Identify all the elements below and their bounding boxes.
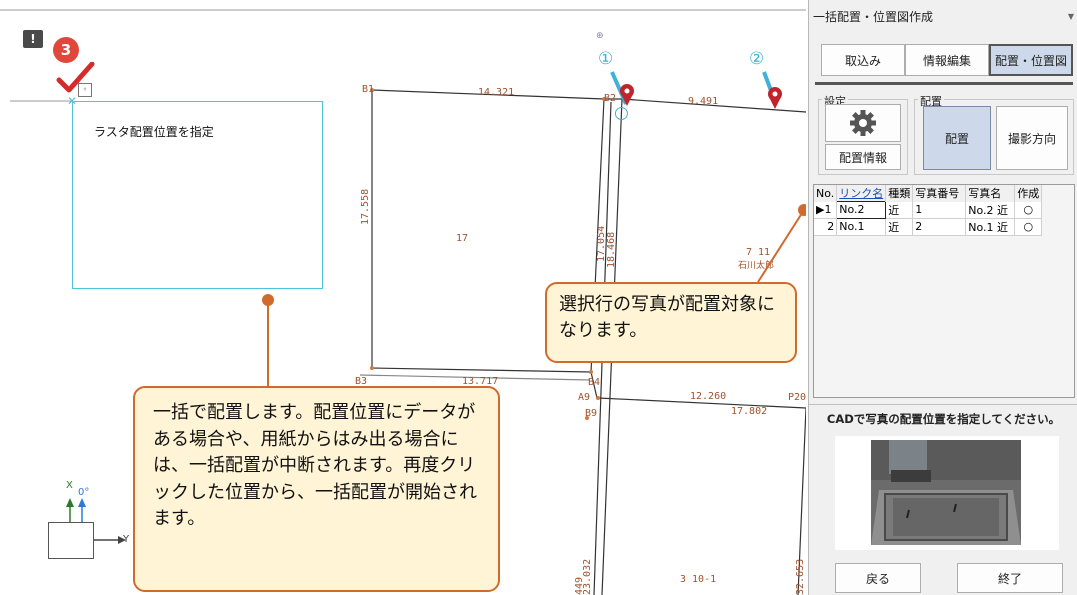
callout-batch-placement: 一括で配置します。配置位置にデータがある場合や、用紙からはみ出る場合には、一括配… [133,386,500,592]
cad-canvas[interactable]: B1 B2 B3 B4 A9 B9 P20 14.321 9.491 13.71… [0,0,806,595]
tab-underline [815,82,1073,85]
lot-number: 17 [456,233,468,244]
pin-number: ① [598,49,613,69]
col-header[interactable]: リンク名 [836,185,887,202]
lot-label-b1: B1 [362,84,374,95]
photo-preview-image [871,440,1021,545]
cursor-marker-icon: ◦ [78,83,92,97]
placement-label: ラスタ配置位置を指定 [94,125,214,139]
dimension-label: 449 [574,577,585,595]
placement-info-button[interactable]: 配置情報 [825,144,901,170]
instruction-text: CADで写真の配置位置を指定してください。 [809,404,1077,433]
photo-preview [835,436,1059,550]
settings-gear-button[interactable] [825,104,901,142]
link-name-cell[interactable]: No.1 [836,218,887,236]
photo-no-cell[interactable]: 2 [912,218,967,236]
dimension-label: 18.468 [606,232,617,268]
row-no-cell[interactable]: 2 [814,218,838,236]
axis-y-label: Y [123,534,130,545]
kind-cell[interactable]: 近 [885,201,914,219]
side-panel: 一括配置・位置図作成 ▼ 取込み 情報編集 配置・位置図 設定 配置 配置情報 … [808,0,1077,595]
lot-label-a9: A9 [578,392,590,403]
photo-no-cell[interactable]: 1 [912,201,967,219]
link-name-cell[interactable]: No.2 [836,201,887,219]
table-row[interactable]: 2 No.1 近 2 No.1 近 ○ [814,218,1043,236]
chevron-down-icon[interactable]: ▼ [1068,12,1074,21]
col-header[interactable]: 種類 [885,185,914,202]
photo-name-cell[interactable]: No.1 近 [965,218,1016,236]
grid-header-row: No. リンク名 種類 写真番号 写真名 作成 [814,185,1043,202]
table-row[interactable]: ▶1 No.2 近 1 No.2 近 ○ [814,201,1043,219]
col-header[interactable]: 写真名 [965,185,1016,202]
gear-icon [850,110,876,136]
tab-placement[interactable]: 配置・位置図 [989,44,1073,76]
created-cell[interactable]: ○ [1014,218,1043,236]
dimension-label: 17.558 [360,189,371,225]
callout-selected-row: 選択行の写真が配置対象になります。 [545,282,797,363]
photo-name-cell[interactable]: No.2 近 [965,201,1016,219]
svg-text:○: ○ [614,103,629,123]
place-button[interactable]: 配置 [923,106,991,170]
lot-label-b4: B4 [588,377,600,388]
axis-angle-label: 0° [78,487,90,498]
axis-indicator [48,522,94,559]
lot-label-p20: P20 [788,392,806,403]
shooting-direction-button[interactable]: 撮影方向 [996,106,1068,170]
col-header[interactable]: No. [814,185,838,202]
created-cell[interactable]: ○ [1014,201,1043,219]
lot-number: 3 10-1 [680,574,716,585]
dimension-label: 12.260 [690,391,726,402]
col-header[interactable]: 写真番号 [912,185,967,202]
photo-grid[interactable]: No. リンク名 種類 写真番号 写真名 作成 ▶1 No.2 近 1 No.2… [813,184,1075,398]
tab-info-edit[interactable]: 情報編集 [905,44,989,76]
dimension-label: 32.653 [795,559,806,595]
row-no-cell[interactable]: ▶1 [814,201,838,219]
kind-cell[interactable]: 近 [885,218,914,236]
panel-title: 一括配置・位置図作成 [813,10,934,24]
col-header[interactable]: 作成 [1014,185,1043,202]
dimension-label: 17.802 [731,406,767,417]
lot-label-b9: B9 [585,408,597,419]
app-icon: ! [23,30,43,48]
pin-number: ② [749,49,764,69]
lot-number: 7 11 [746,247,770,258]
finish-button[interactable]: 終了 [957,563,1063,593]
svg-text:⊕: ⊕ [596,31,604,41]
back-button[interactable]: 戻る [835,563,921,593]
dimension-label: 14.321 [478,87,514,98]
dimension-label: 9.491 [688,96,718,107]
photo-pin-2[interactable]: ② [749,49,782,109]
axis-x-label: X [66,480,73,491]
step-badge: 3 [53,37,79,63]
tab-import[interactable]: 取込み [821,44,905,76]
